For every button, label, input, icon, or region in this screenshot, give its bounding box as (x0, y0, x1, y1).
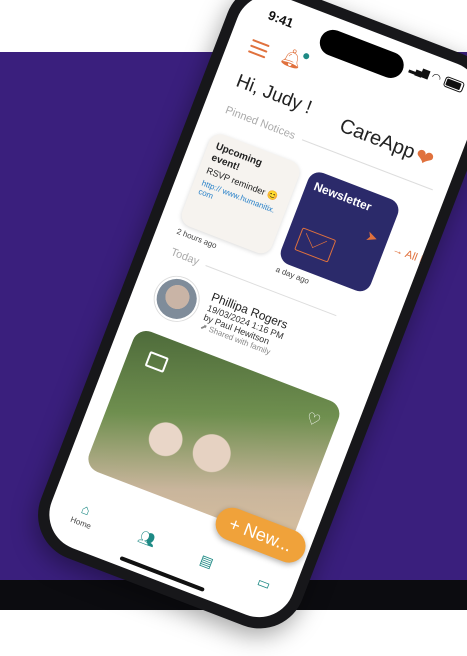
comment-icon[interactable] (144, 350, 169, 373)
menu-icon[interactable] (246, 38, 270, 62)
notes-icon: ▤ (197, 550, 216, 571)
nav-people[interactable]: 👥︎ (136, 527, 159, 549)
nav-home[interactable]: ⌂ Home (69, 498, 99, 531)
messages-icon: ▭ (255, 572, 274, 593)
bell-icon[interactable]: 🔔︎ (277, 45, 311, 73)
status-time: 9:41 (266, 7, 296, 31)
envelope-icon (294, 227, 337, 263)
paper-plane-icon: ➤ (363, 227, 381, 247)
battery-icon (442, 75, 466, 94)
photo-people (119, 393, 257, 503)
people-icon: 👥︎ (136, 527, 159, 549)
avatar[interactable] (148, 270, 206, 328)
nav-notes[interactable]: ▤ (197, 550, 216, 572)
wifi-icon: ◠ (429, 70, 443, 86)
like-heart-icon[interactable]: ♡ (303, 408, 324, 432)
status-icons: ▂▄▆ ◠ (408, 62, 466, 95)
signal-icon: ▂▄▆ (408, 62, 431, 80)
notification-dot (302, 52, 311, 61)
nav-messages[interactable]: ▭ (255, 573, 273, 594)
home-icon: ⌂ (79, 499, 93, 518)
newsletter-title: Newsletter (311, 179, 374, 214)
nav-home-label: Home (69, 514, 93, 531)
